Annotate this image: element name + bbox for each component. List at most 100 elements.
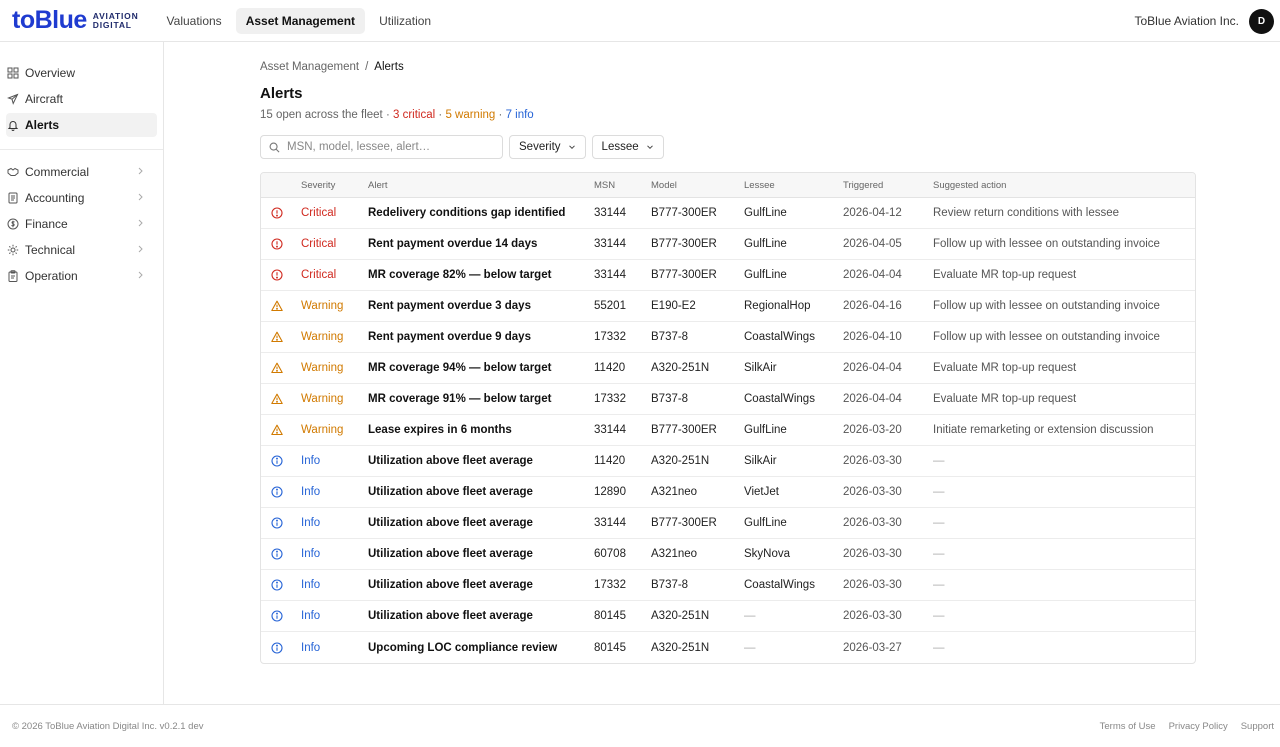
- sidebar-item-aircraft[interactable]: Aircraft: [6, 87, 157, 111]
- msn-cell: 33144: [594, 517, 626, 529]
- alert-title[interactable]: Utilization above fleet average: [368, 508, 533, 538]
- header-alert[interactable]: Alert: [368, 173, 388, 197]
- table-row[interactable]: Critical Redelivery conditions gap identi…: [261, 198, 1195, 229]
- footer-links: Terms of Use Privacy Policy Support: [1100, 721, 1274, 732]
- summary-total: 15 open across the fleet: [260, 109, 383, 121]
- lessee-cell: GulfLine: [744, 424, 787, 436]
- table-row[interactable]: Critical MR coverage 82% — below target 33…: [261, 260, 1195, 291]
- sidebar-item-label: Operation: [25, 269, 78, 283]
- summary-critical-count[interactable]: 3 critical: [393, 109, 435, 121]
- breadcrumb: Asset Management / Alerts: [260, 61, 1196, 73]
- table-row[interactable]: Warning MR coverage 94% — below target 114…: [261, 353, 1195, 384]
- table-row[interactable]: Warning Lease expires in 6 months 33144 B77…: [261, 415, 1195, 446]
- summary-warning-count[interactable]: 5 warning: [445, 109, 495, 121]
- alert-title[interactable]: Upcoming LOC compliance review: [368, 632, 557, 663]
- triggered-date-cell: 2026-03-30: [843, 455, 902, 467]
- table-body: Critical Redelivery conditions gap identi…: [261, 198, 1195, 663]
- lessee-filter-label: Lessee: [601, 141, 639, 153]
- alert-title[interactable]: Rent payment overdue 14 days: [368, 229, 537, 259]
- triggered-date-cell: 2026-03-30: [843, 517, 902, 529]
- lessee-cell: GulfLine: [744, 207, 787, 219]
- nav-valuations[interactable]: Valuations: [157, 8, 232, 34]
- terms-link[interactable]: Terms of Use: [1100, 721, 1156, 732]
- suggested-action-cell: —: [933, 610, 945, 622]
- alert-title[interactable]: Utilization above fleet average: [368, 477, 533, 507]
- summary-info-count[interactable]: 7 info: [506, 109, 534, 121]
- alert-title[interactable]: Rent payment overdue 9 days: [368, 322, 531, 352]
- nav-utilization[interactable]: Utilization: [369, 8, 441, 34]
- org-name[interactable]: ToBlue Aviation Inc.: [1134, 14, 1239, 28]
- support-link[interactable]: Support: [1241, 721, 1274, 732]
- suggested-action-cell: Follow up with lessee on outstanding inv…: [933, 331, 1160, 343]
- table-row[interactable]: Critical Rent payment overdue 14 days 3314…: [261, 229, 1195, 260]
- sidebar-item-label: Aircraft: [25, 92, 64, 106]
- sidebar-item-accounting[interactable]: Accounting: [6, 186, 157, 210]
- sidebar-item-operation[interactable]: Operation: [6, 264, 157, 288]
- header-model[interactable]: Model: [651, 173, 677, 197]
- avatar[interactable]: D: [1249, 8, 1274, 34]
- alert-title[interactable]: Redelivery conditions gap identified: [368, 198, 565, 228]
- table-row[interactable]: Info Utilization above fleet average 12890…: [261, 477, 1195, 508]
- model-cell: A321neo: [651, 486, 698, 498]
- header-severity[interactable]: Severity: [301, 173, 335, 197]
- severity-filter-label: Severity: [519, 141, 561, 153]
- breadcrumb-current: Alerts: [374, 61, 404, 73]
- alert-title[interactable]: MR coverage 91% — below target: [368, 384, 551, 414]
- model-cell: B777-300ER: [651, 424, 717, 436]
- table-row[interactable]: Warning Rent payment overdue 3 days 55201 E…: [261, 291, 1195, 322]
- header-msn[interactable]: MSN: [594, 173, 615, 197]
- logo[interactable]: toBlue AVIATION DIGITAL: [12, 0, 139, 42]
- table-row[interactable]: Info Utilization above fleet average 33144…: [261, 508, 1195, 539]
- table-row[interactable]: Info Utilization above fleet average 60708…: [261, 539, 1195, 570]
- msn-cell: 17332: [594, 331, 626, 343]
- nav-asset-management[interactable]: Asset Management: [235, 7, 366, 34]
- severity-label: Info: [301, 548, 321, 560]
- triggered-date-cell: 2026-04-16: [843, 300, 902, 312]
- alert-title[interactable]: Utilization above fleet average: [368, 539, 533, 569]
- alert-title[interactable]: MR coverage 82% — below target: [368, 260, 551, 290]
- lessee-cell: CoastalWings: [744, 579, 815, 591]
- table-row[interactable]: Warning MR coverage 91% — below target 173…: [261, 384, 1195, 415]
- sidebar-item-overview[interactable]: Overview: [6, 61, 157, 85]
- header-lessee[interactable]: Lessee: [744, 173, 775, 197]
- sidebar-item-commercial[interactable]: Commercial: [6, 160, 157, 184]
- search-input[interactable]: MSN, model, lessee, alert…: [260, 135, 503, 159]
- triggered-date-cell: 2026-04-04: [843, 362, 902, 374]
- severity-filter-dropdown[interactable]: Severity: [509, 135, 586, 159]
- alerts-summary: 15 open across the fleet · 3 critical · …: [260, 109, 1196, 121]
- header-triggered[interactable]: Triggered: [843, 173, 883, 197]
- breadcrumb-parent[interactable]: Asset Management: [260, 61, 359, 73]
- lessee-cell: GulfLine: [744, 517, 787, 529]
- triggered-date-cell: 2026-03-30: [843, 579, 902, 591]
- table-row[interactable]: Info Upcoming LOC compliance review 80145 A…: [261, 632, 1195, 663]
- table-row[interactable]: Info Utilization above fleet average 80145…: [261, 601, 1195, 632]
- grid-icon: [7, 67, 19, 79]
- alert-title[interactable]: Utilization above fleet average: [368, 570, 533, 600]
- table-row[interactable]: Info Utilization above fleet average 17332…: [261, 570, 1195, 601]
- gear-icon: [7, 244, 19, 256]
- msn-cell: 33144: [594, 269, 626, 281]
- triggered-date-cell: 2026-04-12: [843, 207, 902, 219]
- table-header: Severity Alert MSN Model Lessee Triggere…: [261, 173, 1195, 198]
- alert-circle-icon: [271, 260, 283, 290]
- lessee-filter-dropdown[interactable]: Lessee: [591, 135, 664, 159]
- sidebar-item-technical[interactable]: Technical: [6, 238, 157, 262]
- alert-title[interactable]: Utilization above fleet average: [368, 601, 533, 631]
- msn-cell: 11420: [594, 455, 626, 467]
- severity-label: Info: [301, 486, 321, 498]
- alert-title[interactable]: MR coverage 94% — below target: [368, 353, 551, 383]
- severity-label: Info: [301, 455, 321, 467]
- header-suggested-action: Suggested action: [933, 179, 1007, 191]
- msn-cell: 55201: [594, 300, 626, 312]
- table-row[interactable]: Warning Rent payment overdue 9 days 17332 B…: [261, 322, 1195, 353]
- alert-title[interactable]: Lease expires in 6 months: [368, 415, 512, 445]
- search-placeholder: MSN, model, lessee, alert…: [287, 141, 431, 153]
- sidebar-item-finance[interactable]: Finance: [6, 212, 157, 236]
- model-cell: A321neo: [651, 548, 698, 560]
- privacy-link[interactable]: Privacy Policy: [1169, 721, 1228, 732]
- lessee-cell: SkyNova: [744, 548, 791, 560]
- alert-title[interactable]: Utilization above fleet average: [368, 446, 533, 476]
- sidebar-item-alerts[interactable]: Alerts: [6, 113, 157, 137]
- alert-title[interactable]: Rent payment overdue 3 days: [368, 291, 531, 321]
- table-row[interactable]: Info Utilization above fleet average 11420…: [261, 446, 1195, 477]
